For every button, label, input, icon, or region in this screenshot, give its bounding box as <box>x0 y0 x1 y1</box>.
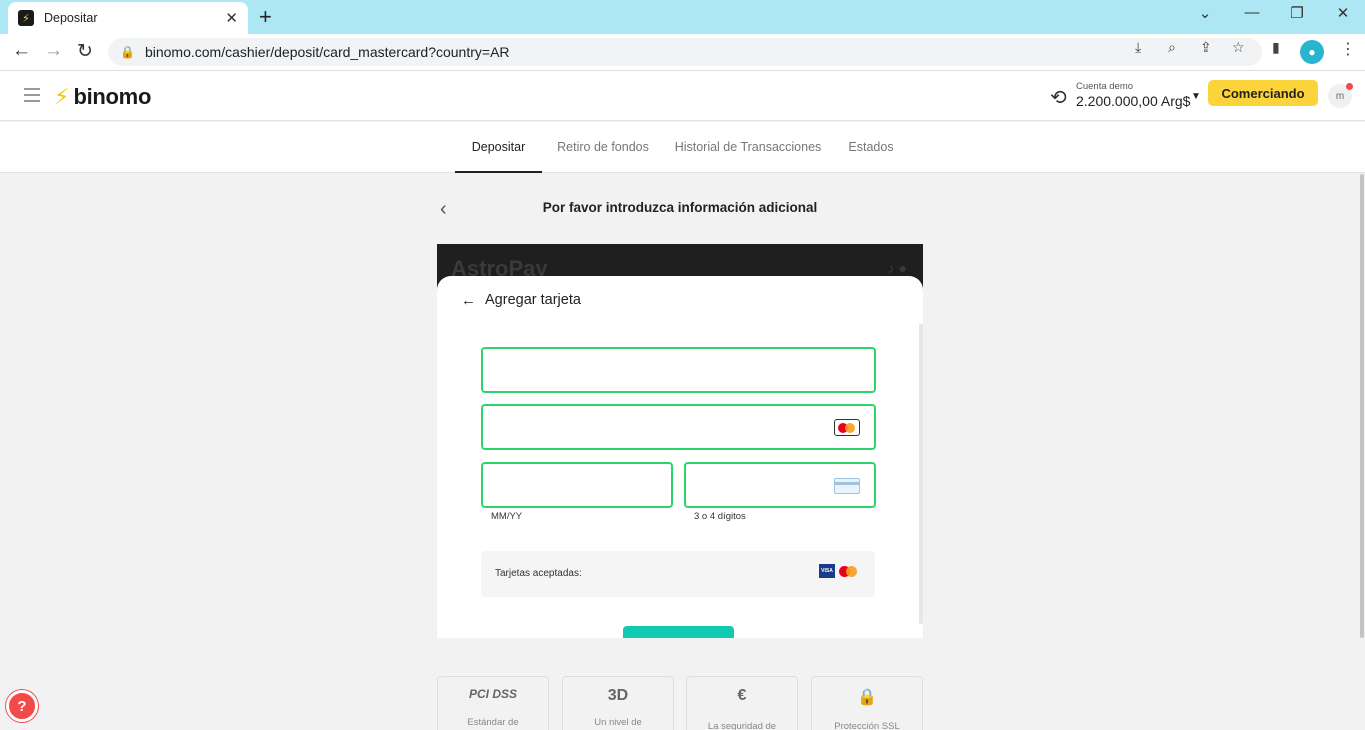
mastercard-icon <box>834 419 860 436</box>
pci-dss-badge: PCI DSS Estándar de <box>437 676 549 730</box>
tab-withdrawal[interactable]: Retiro de fondos <box>554 122 652 173</box>
cashier-tabs: Depositar Retiro de fondos Historial de … <box>0 122 1365 173</box>
tab-title: Depositar <box>44 11 98 25</box>
accepted-cards-box: Tarjetas aceptadas: VISA <box>481 551 875 597</box>
binomo-logo[interactable]: ⚡ binomo <box>54 84 151 110</box>
browser-tabstrip: ⚡ Depositar ✕ + ⌄ — ❐ ✕ <box>0 0 1365 34</box>
page-title: Por favor introduzca información adicion… <box>542 200 818 215</box>
cvv-card-icon <box>834 478 860 494</box>
back-arrow-icon[interactable]: ← <box>12 40 31 62</box>
card-number-field[interactable] <box>481 404 876 450</box>
avatar-initial: m <box>1335 90 1345 102</box>
zoom-icon[interactable]: ⌕ <box>1168 39 1176 56</box>
tab-deposit[interactable]: Depositar <box>455 122 542 173</box>
address-bar[interactable]: 🔒 binomo.com/cashier/deposit/card_master… <box>108 38 1262 66</box>
bolt-icon: ⚡ <box>54 84 70 109</box>
trust-text: Protección SSL <box>834 721 900 730</box>
browser-toolbar: ← → ↻ 🔒 binomo.com/cashier/deposit/card_… <box>0 34 1365 71</box>
account-balance[interactable]: 2.200.000,00 Arg$ <box>1076 93 1190 109</box>
tab-close-icon[interactable]: ✕ <box>225 9 238 27</box>
expiry-hint: MM/YY <box>491 511 523 522</box>
trust-text: Estándar de <box>467 717 519 728</box>
minimize-icon[interactable]: — <box>1237 4 1267 21</box>
expiry-field[interactable] <box>481 462 673 508</box>
install-icon[interactable]: ⤓ <box>1135 39 1141 56</box>
cardholder-name-field[interactable] <box>481 347 876 393</box>
visa-icon: VISA <box>819 564 835 578</box>
cvv-hint: 3 o 4 dígitos <box>694 511 746 522</box>
binomo-favicon-icon: ⚡ <box>18 10 34 26</box>
sheet-scrollbar[interactable] <box>919 324 923 624</box>
notification-dot-icon <box>1346 83 1353 90</box>
astropay-iframe: AstroPay ♪ ● ← Agregar tarjeta MM/YY 3 o… <box>437 244 923 638</box>
ssl-badge: 🔒 Protección SSL <box>811 676 923 730</box>
account-switch-icon[interactable]: ⟲ <box>1050 85 1067 110</box>
tab-statuses[interactable]: Estados <box>842 122 900 173</box>
side-panel-icon[interactable]: ▮ <box>1272 39 1280 56</box>
help-icon[interactable]: ? <box>6 690 38 722</box>
page-scrollbar[interactable] <box>1360 174 1364 638</box>
3d-secure-badge: 3D Un nivel de <box>562 676 674 730</box>
restore-icon[interactable]: ❐ <box>1282 4 1312 22</box>
url-text: binomo.com/cashier/deposit/card_masterca… <box>144 44 510 60</box>
account-type-label: Cuenta demo <box>1076 81 1134 92</box>
lock-icon: 🔒 <box>120 45 135 59</box>
mastercard-small-icon <box>839 566 857 577</box>
bookmark-star-icon[interactable]: ☆ <box>1232 39 1245 56</box>
browser-tab[interactable]: ⚡ Depositar ✕ <box>8 2 248 34</box>
forward-arrow-icon[interactable]: → <box>44 40 63 62</box>
window-close-icon[interactable]: ✕ <box>1328 4 1358 22</box>
caret-down-icon[interactable]: ▼ <box>1191 91 1201 102</box>
sheet-title: Agregar tarjeta <box>485 292 581 308</box>
trade-button[interactable]: Comerciando <box>1208 80 1318 106</box>
add-card-button[interactable]: Agregar tarjeta <box>623 626 734 638</box>
euro-shield-icon: € <box>737 687 747 704</box>
tab-transaction-history[interactable]: Historial de Transacciones <box>670 122 826 173</box>
astropay-header-icons: ♪ ● <box>887 260 907 276</box>
new-tab-icon[interactable]: + <box>259 4 272 30</box>
pci-dss-icon: PCI DSS <box>468 687 517 701</box>
sheet-back-arrow-icon[interactable]: ← <box>461 292 476 309</box>
trust-text: La seguridad de <box>707 721 777 730</box>
3d-secure-icon: 3D <box>607 687 629 704</box>
browser-profile-icon[interactable]: ● <box>1300 40 1324 64</box>
logo-text: binomo <box>73 84 152 109</box>
site-header: ⚡ binomo ⟲ Cuenta demo 2.200.000,00 Arg$… <box>0 71 1365 121</box>
tab-search-chevron-icon[interactable]: ⌄ <box>1190 4 1220 22</box>
share-icon[interactable]: ⇪ <box>1200 39 1212 56</box>
reload-icon[interactable]: ↻ <box>77 40 93 63</box>
euro-security-badge: € La seguridad de <box>686 676 798 730</box>
browser-menu-icon[interactable]: ⋮ <box>1340 39 1356 59</box>
add-card-sheet: ← Agregar tarjeta MM/YY 3 o 4 dígitos Ta… <box>437 276 923 638</box>
accepted-cards-label: Tarjetas aceptadas: <box>495 568 582 579</box>
lock-check-icon: 🔒 <box>857 689 877 706</box>
avatar[interactable]: m <box>1328 83 1353 108</box>
trust-text: Un nivel de <box>594 717 642 728</box>
hamburger-menu-icon[interactable] <box>24 88 40 102</box>
cvv-field[interactable] <box>684 462 876 508</box>
